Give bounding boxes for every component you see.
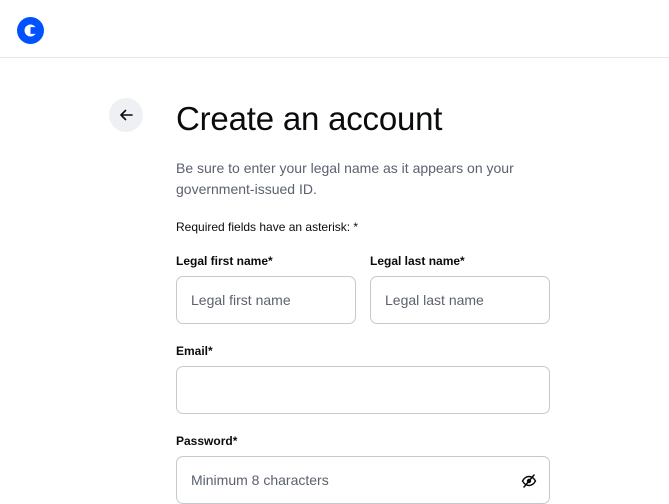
- page-title: Create an account: [176, 100, 443, 137]
- email-field-wrapper: [176, 366, 550, 414]
- top-bar: [0, 0, 669, 58]
- last-name-label: Legal last name*: [370, 254, 465, 268]
- coinbase-logo-icon[interactable]: [17, 17, 44, 44]
- back-button[interactable]: [109, 98, 143, 132]
- last-name-input[interactable]: [371, 277, 549, 323]
- email-label: Email*: [176, 344, 213, 358]
- arrow-left-icon: [120, 109, 133, 121]
- email-input[interactable]: [177, 367, 549, 413]
- password-label: Password*: [176, 434, 238, 448]
- first-name-input[interactable]: [177, 277, 355, 323]
- password-input[interactable]: [177, 457, 549, 503]
- page-subtitle: Be sure to enter your legal name as it a…: [176, 160, 514, 197]
- first-name-label: Legal first name*: [176, 254, 273, 268]
- eye-off-icon[interactable]: [521, 473, 537, 489]
- last-name-field-wrapper: [370, 276, 550, 324]
- first-name-field-wrapper: [176, 276, 356, 324]
- password-field-wrapper: [176, 456, 550, 504]
- required-fields-note: Required fields have an asterisk: *: [176, 220, 359, 234]
